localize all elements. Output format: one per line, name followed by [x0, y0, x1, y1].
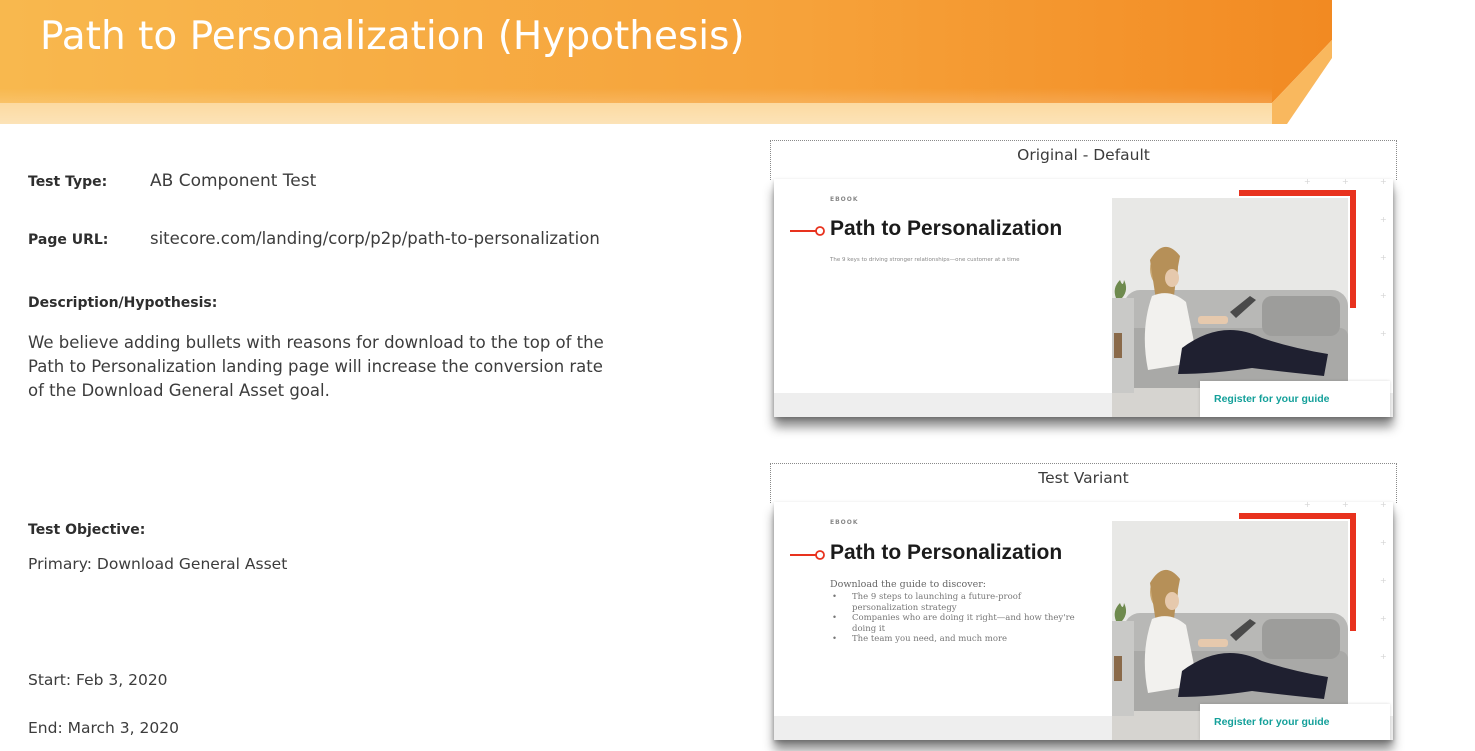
end-date: End: March 3, 2020 [28, 719, 179, 737]
grid-mark: + [1380, 253, 1387, 262]
original-frame: Original - Default [770, 140, 1397, 180]
card-title: Path to Personalization [830, 541, 1063, 564]
original-preview: + + + + + + + EBOOK Path to Personalizat… [774, 179, 1393, 417]
start-date: Start: Feb 3, 2020 [28, 671, 168, 689]
arrow-icon [790, 550, 825, 560]
reasons-list: The 9 steps to launching a future-proof … [830, 592, 1080, 645]
grid-mark: + [1380, 538, 1387, 547]
description-line: We believe adding bullets with reasons f… [28, 333, 604, 352]
grid-mark: + [1380, 614, 1387, 623]
list-item: The 9 steps to launching a future-proof … [830, 592, 1080, 613]
variant-preview: + + + + + + + EBOOK Path to Personalizat… [774, 502, 1393, 740]
grid-mark: + [1380, 179, 1387, 186]
description-text: We believe adding bullets with reasons f… [28, 331, 688, 403]
objective-value: Primary: Download General Asset [28, 555, 288, 573]
grid-mark: + [1304, 502, 1311, 509]
register-box[interactable]: Register for your guide [1200, 704, 1390, 740]
test-type-label: Test Type: [28, 174, 108, 190]
register-cta[interactable]: Register for your guide [1214, 393, 1330, 405]
variant-frame: Test Variant [770, 463, 1397, 503]
list-item: Companies who are doing it right—and how… [830, 613, 1080, 634]
card-title: Path to Personalization [830, 217, 1063, 240]
description-heading: Description/Hypothesis: [28, 292, 217, 311]
arrow-icon [790, 226, 825, 236]
grid-mark: + [1342, 502, 1349, 509]
description-line: Path to Personalization landing page wil… [28, 357, 603, 376]
grid-mark: + [1342, 179, 1349, 186]
list-item: The team you need, and much more [830, 634, 1080, 645]
grid-mark: + [1380, 502, 1387, 509]
header-banner: Path to Personalization (Hypothesis) [0, 0, 1475, 125]
grid-mark: + [1380, 215, 1387, 224]
register-box[interactable]: Register for your guide [1200, 381, 1390, 417]
objective-heading: Test Objective: [28, 519, 145, 538]
grid-mark: + [1380, 652, 1387, 661]
ebook-eyebrow: EBOOK [830, 519, 859, 526]
register-cta[interactable]: Register for your guide [1214, 716, 1330, 728]
grid-mark: + [1380, 291, 1387, 300]
test-type-row: Test Type: AB Component Test [28, 171, 316, 191]
objective-label: Test Objective: [28, 522, 146, 538]
description-label: Description/Hypothesis: [28, 295, 218, 311]
page-url-value: sitecore.com/landing/corp/p2p/path-to-pe… [150, 229, 600, 248]
page-title: Path to Personalization (Hypothesis) [40, 14, 745, 59]
card-subtitle: The 9 keys to driving stronger relations… [830, 257, 1020, 263]
grid-mark: + [1304, 179, 1311, 186]
test-type-value: AB Component Test [150, 171, 317, 191]
grid-mark: + [1380, 329, 1387, 338]
page-url-label: Page URL: [28, 232, 109, 248]
grid-mark: + [1380, 576, 1387, 585]
ebook-eyebrow: EBOOK [830, 196, 859, 203]
card-intro: Download the guide to discover: [830, 579, 986, 590]
description-line: of the Download General Asset goal. [28, 381, 330, 400]
page-url-row: Page URL: sitecore.com/landing/corp/p2p/p… [28, 229, 600, 248]
original-frame-label: Original - Default [1017, 146, 1150, 164]
variant-frame-label: Test Variant [1038, 469, 1129, 487]
